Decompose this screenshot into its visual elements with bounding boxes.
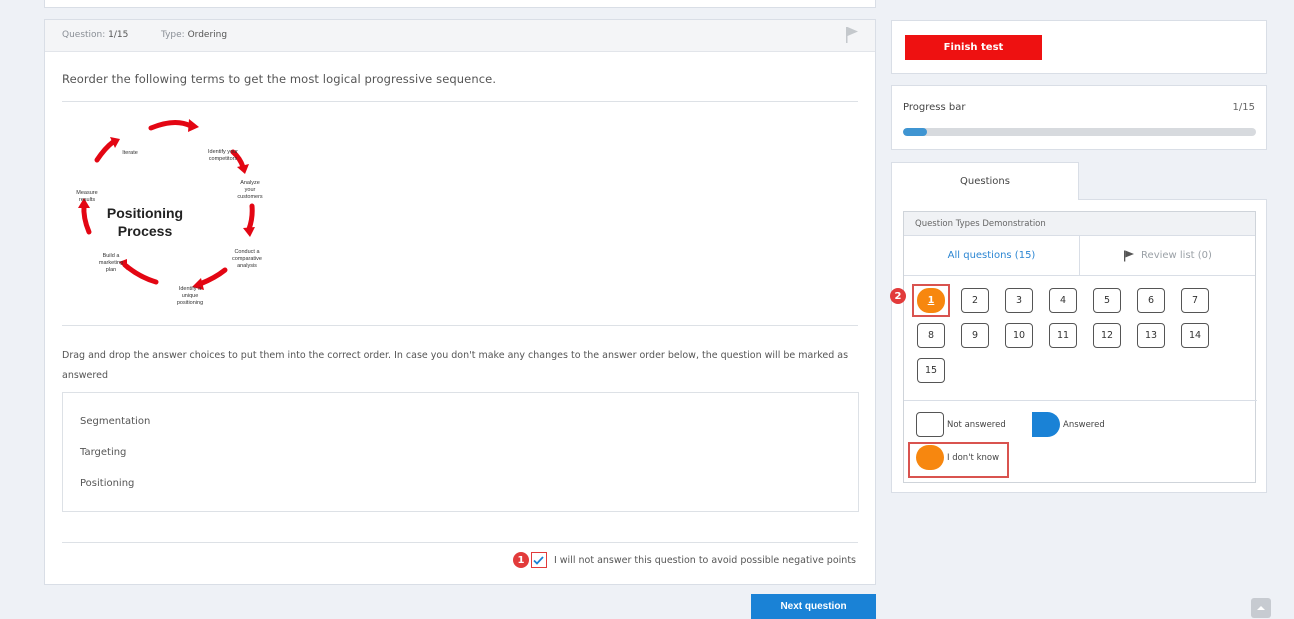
question-nav-11[interactable]: 11: [1049, 323, 1077, 348]
answered-swatch: [1032, 412, 1060, 437]
tab-questions[interactable]: Questions: [891, 162, 1079, 200]
step-unique-2: unique: [182, 293, 199, 299]
divider: [62, 325, 858, 326]
question-card: Question: 1/15 Type: Ordering Reorder th…: [44, 19, 876, 585]
step-conduct-3: analysis: [237, 263, 257, 269]
step-conduct-2: comparative: [232, 256, 262, 262]
question-navigator: Question Types Demonstration All questio…: [890, 211, 1257, 483]
previous-card-edge: [44, 0, 876, 8]
step-identify-competitors-1: Identify your: [208, 149, 238, 155]
question-nav-9[interactable]: 9: [961, 323, 989, 348]
legend-answered: Answered: [1032, 412, 1105, 437]
progress-fill: [903, 128, 927, 136]
step-measure-2: results: [79, 197, 95, 203]
question-nav-10[interactable]: 10: [1005, 323, 1033, 348]
step-build-2: marketing: [99, 260, 123, 266]
annotation-badge-1: 1: [512, 552, 529, 568]
question-number: Question: 1/15: [62, 30, 129, 40]
skip-question-row: 1 I will not answer this question to avo…: [512, 552, 856, 568]
answer-item[interactable]: Positioning: [80, 478, 134, 489]
answer-list: Segmentation Targeting Positioning: [62, 392, 859, 512]
next-question-button[interactable]: Next question: [751, 594, 876, 619]
progress-panel: Progress bar 1/15: [891, 85, 1267, 150]
finish-panel: Finish test: [891, 20, 1267, 74]
positioning-process-diagram: Positioning Process Iterate Identify you…: [76, 119, 263, 306]
question-nav-6[interactable]: 6: [1137, 288, 1165, 313]
skip-label: I will not answer this question to avoid…: [553, 554, 856, 566]
question-nav-14[interactable]: 14: [1181, 323, 1209, 348]
question-nav-8[interactable]: 8: [917, 323, 945, 348]
skip-checkbox[interactable]: [530, 552, 547, 568]
diagram-center-line2: Process: [118, 223, 173, 239]
question-text: Reorder the following terms to get the m…: [62, 72, 497, 86]
step-analyze-3: customers: [237, 194, 263, 200]
progress-track: [903, 128, 1256, 136]
step-measure-1: Measure: [76, 190, 97, 196]
scroll-to-top-button[interactable]: [1251, 598, 1271, 618]
question-nav-13[interactable]: 13: [1137, 323, 1165, 348]
question-number-grid: 1 2 3 4 5 6 7 8 9 10 11 12 13 14 15 2: [890, 276, 1257, 401]
review-label: Review list (0): [1141, 250, 1212, 261]
flag-icon[interactable]: [845, 26, 859, 44]
step-build-3: plan: [106, 267, 116, 273]
question-nav-4[interactable]: 4: [1049, 288, 1077, 313]
question-nav-15[interactable]: 15: [917, 358, 945, 383]
step-unique-1: Identify a: [179, 286, 202, 292]
question-nav-3[interactable]: 3: [1005, 288, 1033, 313]
progress-count: 1/15: [1232, 102, 1255, 113]
annotation-badge-2: 2: [890, 288, 906, 304]
check-icon: [533, 555, 545, 565]
divider: [62, 542, 858, 543]
step-analyze-2: your: [245, 187, 256, 193]
legend-label: Answered: [1063, 419, 1105, 430]
chevron-up-icon: [1257, 606, 1265, 610]
step-iterate: Iterate: [122, 150, 138, 156]
divider: [62, 101, 858, 102]
annotation-highlight-dont-know: [908, 442, 1009, 478]
progress-label: Progress bar: [903, 102, 966, 113]
filter-all-questions[interactable]: All questions (15): [904, 236, 1080, 275]
step-build-1: Build a: [103, 253, 121, 259]
instructions-text: Drag and drop the answer choices to put …: [62, 350, 849, 381]
question-nav-12[interactable]: 12: [1093, 323, 1121, 348]
step-identify-competitors-2: competitors: [209, 156, 238, 162]
flag-icon: [1124, 250, 1135, 261]
legend-not-answered: Not answered: [916, 412, 1006, 437]
legend-label: Not answered: [947, 419, 1006, 430]
diagram-center-line1: Positioning: [107, 205, 183, 221]
not-answered-swatch: [916, 412, 944, 437]
answer-item[interactable]: Segmentation: [80, 416, 150, 427]
questions-panel: Question Types Demonstration All questio…: [890, 199, 1267, 493]
question-header: Question: 1/15 Type: Ordering: [45, 20, 875, 52]
step-conduct-1: Conduct a: [234, 249, 260, 255]
annotation-highlight-current: [912, 284, 950, 317]
finish-test-button[interactable]: Finish test: [905, 35, 1042, 60]
answer-item[interactable]: Targeting: [80, 447, 126, 458]
question-filters: All questions (15) Review list (0): [904, 236, 1255, 276]
step-unique-3: positioning: [177, 300, 203, 306]
question-type: Type: Ordering: [161, 30, 228, 40]
step-analyze-1: Analyze: [240, 180, 260, 186]
question-nav-5[interactable]: 5: [1093, 288, 1121, 313]
filter-review-list[interactable]: Review list (0): [1080, 236, 1255, 275]
panel-title: Question Types Demonstration: [904, 212, 1255, 236]
question-nav-7[interactable]: 7: [1181, 288, 1209, 313]
question-nav-2[interactable]: 2: [961, 288, 989, 313]
